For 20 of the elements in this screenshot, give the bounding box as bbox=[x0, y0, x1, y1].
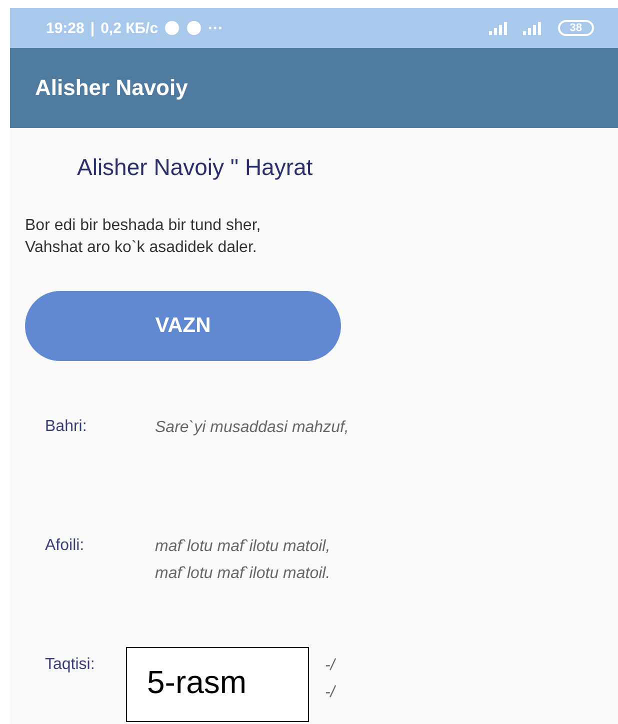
status-speed: 0,2 КБ/с bbox=[100, 20, 158, 36]
signal-icon bbox=[522, 21, 542, 35]
field-value: -/ -/ bbox=[325, 656, 335, 703]
field-value: Sare`yi musaddasi mahzuf, bbox=[155, 418, 349, 438]
figure-caption: 5-rasm bbox=[126, 647, 309, 722]
field-label: Bahri: bbox=[45, 418, 88, 437]
app-title: Alisher Navoiy bbox=[35, 75, 188, 101]
signal-icon bbox=[488, 21, 508, 35]
notification-icon bbox=[164, 20, 180, 36]
field-label: Afoili: bbox=[45, 537, 86, 556]
field-value: maf`lotu maf`ilotu matoil, maf`lotu maf`ilotu matoil. bbox=[155, 537, 330, 584]
poem-title: Alisher Navoiy " Hayrat bbox=[77, 154, 314, 181]
battery-indicator: 38 bbox=[558, 20, 594, 36]
poem-text: Bor edi bir beshada bir tund sher, Vahshat aro ko`k asadidek daler. bbox=[25, 216, 262, 258]
status-separator: | bbox=[90, 20, 95, 36]
notification-icon bbox=[186, 20, 202, 36]
status-time: 19:28 bbox=[46, 20, 84, 36]
vazn-button[interactable]: VAZN bbox=[25, 291, 341, 361]
field-label: Taqtisi: bbox=[45, 656, 96, 675]
more-indicator: ··· bbox=[208, 20, 224, 36]
